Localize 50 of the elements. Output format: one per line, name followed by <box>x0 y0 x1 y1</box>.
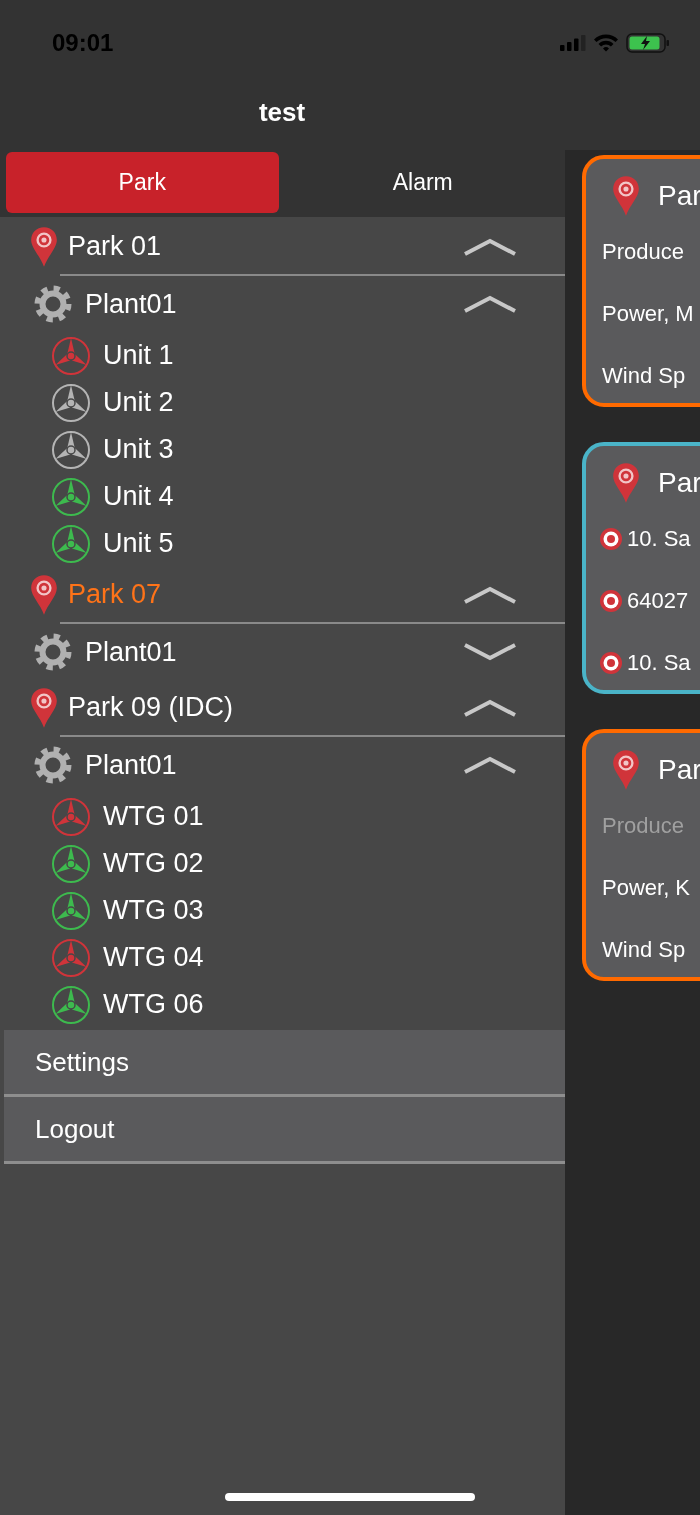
unit-name[interactable]: Unit 5 <box>103 528 174 559</box>
chevron-up-icon[interactable] <box>463 755 517 775</box>
card-line: 64027 <box>627 588 689 614</box>
battery-icon <box>626 32 670 53</box>
map-pin-icon <box>30 225 58 268</box>
map-pin-icon <box>612 748 640 792</box>
unit-name[interactable]: Unit 1 <box>103 340 174 371</box>
card-line: Produce <box>602 813 684 839</box>
unit-name[interactable]: WTG 02 <box>103 848 204 879</box>
menu-item[interactable]: Settings <box>4 1030 565 1097</box>
chevron-down-icon[interactable] <box>463 642 517 662</box>
card-line: 10. Sa <box>627 650 691 676</box>
chevron-up-icon[interactable] <box>463 584 517 605</box>
unit-name[interactable]: WTG 04 <box>103 942 204 973</box>
unit-name[interactable]: WTG 01 <box>103 801 204 832</box>
tab[interactable]: Alarm <box>286 152 559 213</box>
unit-name[interactable]: WTG 06 <box>103 989 204 1020</box>
card-line: 10. Sa <box>627 526 691 552</box>
chevron-up-icon[interactable] <box>463 294 517 314</box>
card-line: Produce <box>602 239 684 265</box>
card-line: Power, K <box>602 875 691 901</box>
plant-name[interactable]: Plant01 <box>85 636 451 668</box>
card-line: Wind Sp <box>602 937 686 963</box>
tab[interactable]: Park <box>6 152 279 213</box>
plant-name[interactable]: Plant01 <box>85 749 451 781</box>
map-pin-icon <box>612 174 640 218</box>
map-pin-icon <box>612 461 640 505</box>
wifi-icon <box>593 33 619 52</box>
signal-icon <box>560 34 586 51</box>
unit-name[interactable]: Unit 4 <box>103 481 174 512</box>
gear-icon <box>33 284 73 324</box>
gear-icon <box>33 632 73 672</box>
card-line: Wind Sp <box>602 363 686 389</box>
map-pin-icon <box>30 686 58 729</box>
park-name[interactable]: Park 09 (IDC) <box>68 692 453 723</box>
unit-name[interactable]: WTG 03 <box>103 895 204 926</box>
park-name[interactable]: Park 01 <box>68 231 453 262</box>
map-pin-icon <box>30 573 58 616</box>
unit-name[interactable]: Unit 3 <box>103 434 174 465</box>
alarm-target-icon <box>599 527 623 551</box>
alarm-target-icon <box>599 589 623 613</box>
unit-name[interactable]: Unit 2 <box>103 387 174 418</box>
plant-name[interactable]: Plant01 <box>85 288 451 320</box>
gear-icon <box>33 745 73 785</box>
alarm-target-icon <box>599 651 623 675</box>
menu-item[interactable]: Logout <box>4 1097 565 1164</box>
screen-title: test <box>258 97 306 128</box>
chevron-up-icon[interactable] <box>463 697 517 718</box>
card-line: Power, M <box>602 301 694 327</box>
chevron-up-icon[interactable] <box>463 236 517 257</box>
